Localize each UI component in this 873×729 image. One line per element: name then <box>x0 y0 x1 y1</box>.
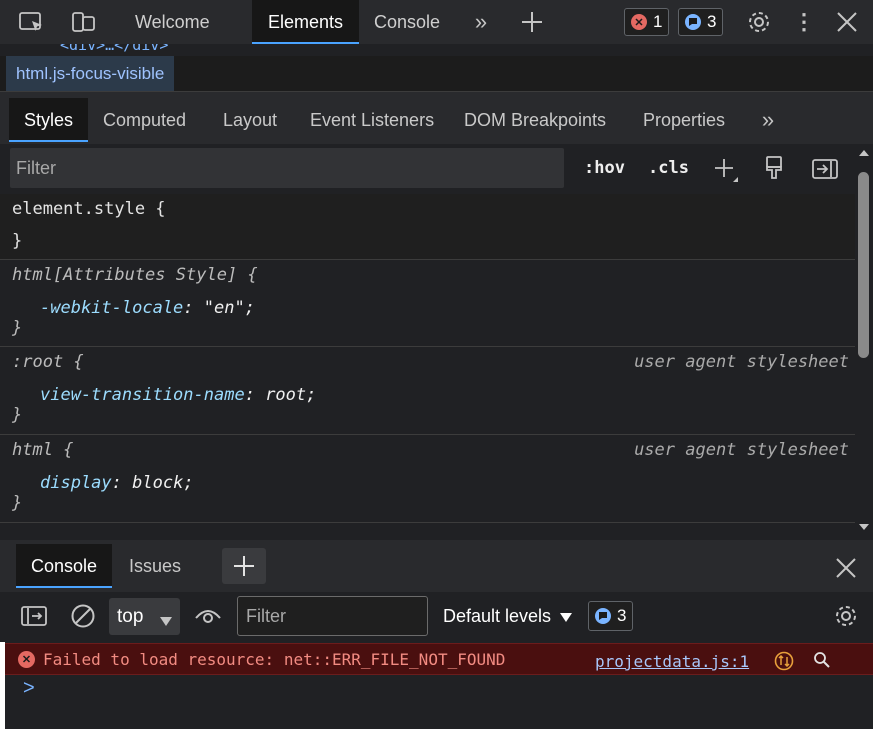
css-colon: : <box>183 298 204 318</box>
dom-tree-partial: <div>…</div> <box>0 44 873 56</box>
close-devtools-icon[interactable] <box>834 10 860 34</box>
context-selector[interactable]: top <box>109 598 180 635</box>
log-levels-dropdown[interactable]: Default levels <box>443 606 573 627</box>
tab-styles[interactable]: Styles <box>9 98 89 142</box>
search-icon[interactable] <box>811 649 833 671</box>
css-colon: : <box>111 473 133 493</box>
rule-selector[interactable]: element.style { <box>12 199 166 219</box>
close-drawer-icon[interactable] <box>834 556 858 580</box>
drawer-tab-issues[interactable]: Issues <box>114 544 196 588</box>
css-declaration[interactable]: display: block; <box>40 473 194 493</box>
styles-filter-row: :hov .cls <box>0 144 855 194</box>
messages-badge[interactable]: 3 <box>678 8 724 36</box>
style-rule-attributes-style[interactable]: html[Attributes Style] { -webkit-locale:… <box>0 260 855 347</box>
tab-properties[interactable]: Properties <box>628 98 740 142</box>
cls-toggle-button[interactable]: .cls <box>648 158 689 178</box>
rule-selector[interactable]: :root { <box>12 352 84 372</box>
error-text: Failed to load resource: net::ERR_FILE_N… <box>43 650 506 669</box>
console-filter-input[interactable] <box>237 596 428 636</box>
context-value: top <box>117 605 144 627</box>
css-property-value[interactable]: block; <box>132 473 193 493</box>
rule-close-brace: } <box>12 231 23 251</box>
prompt-chevron-icon: > <box>23 677 35 699</box>
dropdown-arrow-icon <box>560 613 573 622</box>
more-tabs-icon[interactable]: » <box>468 9 494 34</box>
tab-console[interactable]: Console <box>358 0 456 44</box>
rule-origin: user agent stylesheet <box>634 440 849 460</box>
rule-selector[interactable]: html[Attributes Style] { <box>12 265 258 285</box>
css-declaration[interactable]: -webkit-locale: "en"; <box>40 298 255 318</box>
rule-selector[interactable]: html { <box>12 440 73 460</box>
styles-pane-tabs: Styles Computed Layout Event Listeners D… <box>0 92 873 144</box>
tab-computed[interactable]: Computed <box>88 98 201 142</box>
settings-gear-icon[interactable] <box>744 8 774 36</box>
style-rule-root[interactable]: :root { user agent stylesheet view-trans… <box>0 347 855 435</box>
tab-layout[interactable]: Layout <box>208 98 292 142</box>
clear-console-icon[interactable] <box>70 603 96 629</box>
errors-badge[interactable]: ✕ 1 <box>624 8 670 36</box>
scroll-down-arrow-icon[interactable] <box>858 522 870 532</box>
tab-event-listeners[interactable]: Event Listeners <box>295 98 449 142</box>
error-source-link[interactable]: projectdata.js:1 <box>595 652 749 671</box>
css-property-value[interactable]: root; <box>265 385 316 405</box>
rule-close-brace: } <box>12 405 23 425</box>
rule-origin: user agent stylesheet <box>634 352 849 372</box>
breadcrumb-classes: .js-focus-visible <box>48 64 165 83</box>
device-toolbar-icon[interactable] <box>70 10 98 34</box>
tab-welcome[interactable]: Welcome <box>119 0 226 44</box>
add-tab-icon[interactable] <box>518 8 546 36</box>
message-icon <box>685 14 701 30</box>
log-levels-label: Default levels <box>443 606 552 626</box>
inspect-element-icon[interactable] <box>18 10 46 34</box>
new-style-rule-icon[interactable] <box>711 156 741 184</box>
drawer-tab-console[interactable]: Console <box>16 544 113 588</box>
dom-node-snippet[interactable]: <div>…</div> <box>60 44 168 54</box>
tab-elements[interactable]: Elements <box>252 0 360 44</box>
issues-badge[interactable]: 3 <box>588 601 634 631</box>
css-property-name[interactable]: view-transition-name <box>40 385 245 405</box>
style-rule-html[interactable]: html { user agent stylesheet display: bl… <box>0 435 855 523</box>
breadcrumb[interactable]: html.js-focus-visible <box>6 56 175 91</box>
rule-close-brace: } <box>12 318 23 338</box>
error-icon: ✕ <box>631 14 647 30</box>
css-colon: : <box>244 385 266 405</box>
add-drawer-tab-icon[interactable] <box>222 548 266 584</box>
dropdown-arrow-icon <box>160 610 172 632</box>
css-property-name[interactable]: -webkit-locale <box>40 298 183 318</box>
css-declaration[interactable]: view-transition-name: root; <box>40 385 316 405</box>
more-panes-icon[interactable]: » <box>756 107 780 132</box>
messages-count: 3 <box>707 12 717 31</box>
breadcrumb-bar: html.js-focus-visible <box>0 56 873 92</box>
issues-count: 3 <box>617 606 627 625</box>
scroll-up-arrow-icon[interactable] <box>858 148 870 158</box>
console-prompt[interactable]: > <box>5 675 873 729</box>
breadcrumb-tag: html <box>16 64 49 83</box>
console-toolbar: top Default levels 3 <box>0 592 873 642</box>
show-sidebar-icon[interactable] <box>20 604 48 628</box>
css-property-name[interactable]: display <box>40 473 112 493</box>
toggle-sidebar-icon[interactable] <box>810 156 840 182</box>
error-icon: ✕ <box>18 651 35 668</box>
hov-toggle-button[interactable]: :hov <box>584 158 625 178</box>
styles-scrollbar[interactable] <box>855 144 873 538</box>
scroll-thumb[interactable] <box>858 172 869 358</box>
console-error-message[interactable]: ✕ Failed to load resource: net::ERR_FILE… <box>5 643 873 675</box>
message-icon <box>595 608 611 624</box>
rule-close-brace: } <box>12 493 23 513</box>
styles-filter-input[interactable] <box>10 148 564 188</box>
style-rule-element-style[interactable]: element.style { } <box>0 194 855 260</box>
live-expression-eye-icon[interactable] <box>194 604 222 628</box>
errors-count: 1 <box>653 12 663 31</box>
drawer-tabs: Console Issues <box>0 540 873 592</box>
more-options-icon[interactable]: ⋮ <box>793 9 815 34</box>
devtools-toolbar: Welcome Elements Console » ✕ 1 3 ⋮ <box>0 0 873 44</box>
tab-dom-breakpoints[interactable]: DOM Breakpoints <box>449 98 621 142</box>
console-settings-gear-icon[interactable] <box>832 602 860 630</box>
network-request-icon[interactable] <box>773 650 795 672</box>
paint-brush-icon[interactable] <box>762 154 786 182</box>
css-property-value[interactable]: "en"; <box>204 298 255 318</box>
